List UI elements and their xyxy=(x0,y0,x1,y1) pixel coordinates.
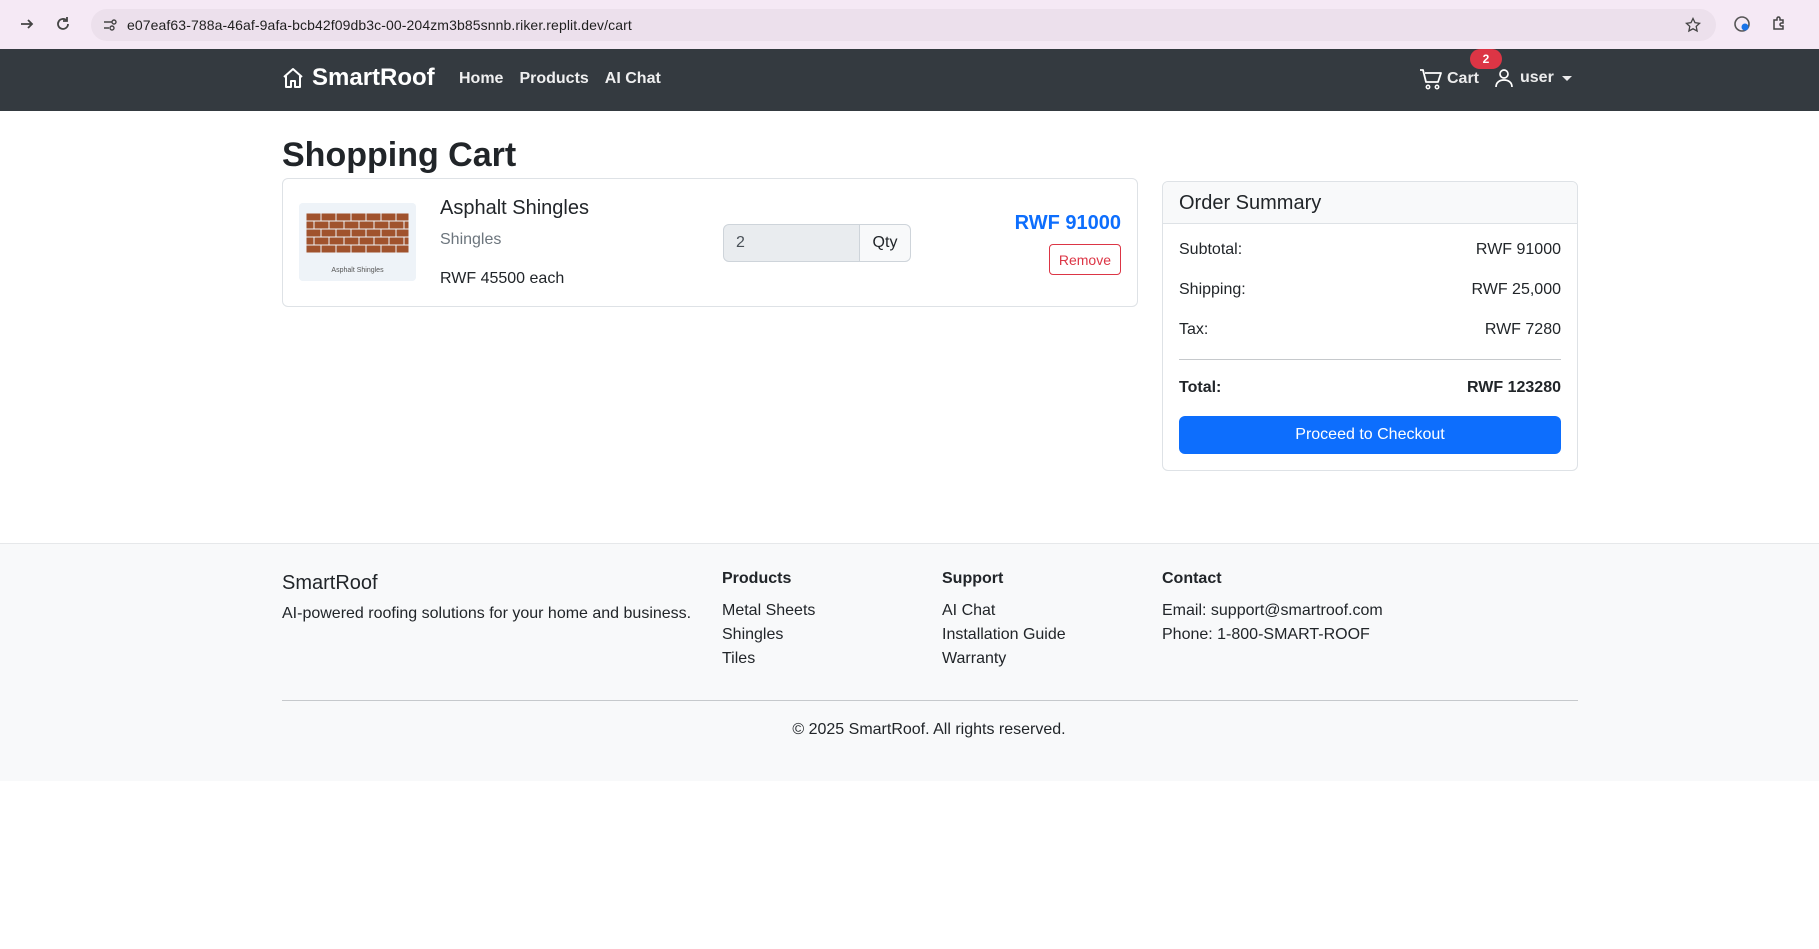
navbar: SmartRoof Home Products AI Chat Cart use… xyxy=(0,49,1819,111)
item-name: Asphalt Shingles xyxy=(440,197,589,219)
footer-contact-heading: Contact xyxy=(1162,570,1222,587)
subtotal-value: RWF 91000 xyxy=(1475,241,1561,258)
footer-tagline: AI-powered roofing solutions for your ho… xyxy=(282,605,692,622)
footer-link-ai-chat[interactable]: AI Chat xyxy=(942,599,1066,623)
product-image: Asphalt Shingles xyxy=(299,203,416,281)
cart-icon xyxy=(1420,69,1442,90)
summary-title: Order Summary xyxy=(1163,182,1577,224)
user-dropdown[interactable]: user xyxy=(1494,68,1572,88)
footer-link-installation-guide[interactable]: Installation Guide xyxy=(942,623,1066,647)
subtotal-label: Subtotal: xyxy=(1179,241,1243,258)
extensions-puzzle-icon[interactable] xyxy=(1768,13,1790,35)
cart-link[interactable]: Cart xyxy=(1419,68,1479,90)
footer-contact-phone: Phone: 1-800-SMART-ROOF xyxy=(1162,626,1370,643)
footer-contact-column: Contact Email: support@smartroof.com Pho… xyxy=(1162,570,1383,647)
total-row: Total: RWF 123280 xyxy=(1179,379,1561,397)
footer-brand: SmartRoof xyxy=(282,572,378,594)
tax-label: Tax: xyxy=(1179,321,1209,338)
footer-divider xyxy=(282,700,1578,701)
item-category: Shingles xyxy=(440,231,502,248)
user-label: user xyxy=(1520,69,1554,86)
footer-link-shingles[interactable]: Shingles xyxy=(722,623,815,647)
person-icon xyxy=(1495,69,1513,88)
browser-toolbar: e07eaf63-788a-46af-9afa-bcb42f09db3c-00-… xyxy=(0,0,1819,49)
line-total: RWF 91000 xyxy=(1014,212,1121,234)
order-summary-card: Order Summary Subtotal: RWF 91000 Shippi… xyxy=(1162,181,1578,471)
product-image-caption: Asphalt Shingles xyxy=(331,267,384,274)
summary-divider xyxy=(1179,359,1561,360)
total-value: RWF 123280 xyxy=(1467,379,1561,396)
shipping-label: Shipping: xyxy=(1179,281,1246,298)
quantity-label: Qty xyxy=(860,224,911,262)
shipping-row: Shipping: RWF 25,000 xyxy=(1179,281,1561,299)
footer-link-metal-sheets[interactable]: Metal Sheets xyxy=(722,599,815,623)
shipping-value: RWF 25,000 xyxy=(1471,281,1561,298)
footer-support-heading: Support xyxy=(942,570,1004,587)
brand-link[interactable]: SmartRoof xyxy=(282,64,435,92)
bookmark-star-icon[interactable] xyxy=(1682,14,1704,36)
brand-name: SmartRoof xyxy=(312,64,435,91)
total-label: Total: xyxy=(1179,379,1222,396)
cart-item-card: Asphalt Shingles Asphalt Shingles Shingl… xyxy=(282,178,1138,307)
caret-down-icon xyxy=(1561,75,1572,81)
site-info-icon[interactable] xyxy=(99,14,121,36)
footer-copyright: © 2025 SmartRoof. All rights reserved. xyxy=(792,721,1066,738)
reload-icon[interactable] xyxy=(52,13,74,35)
nav-products[interactable]: Products xyxy=(519,70,588,88)
footer: SmartRoof AI-powered roofing solutions f… xyxy=(0,543,1819,781)
address-bar[interactable]: e07eaf63-788a-46af-9afa-bcb42f09db3c-00-… xyxy=(91,9,1716,41)
quantity-group: Qty xyxy=(723,224,911,262)
tax-row: Tax: RWF 7280 xyxy=(1179,321,1561,339)
url-text: e07eaf63-788a-46af-9afa-bcb42f09db3c-00-… xyxy=(127,17,632,33)
remove-button[interactable]: Remove xyxy=(1048,244,1121,275)
nav-home[interactable]: Home xyxy=(459,70,503,88)
footer-support-column: Support AI Chat Installation Guide Warra… xyxy=(942,570,1066,671)
nav-ai-chat[interactable]: AI Chat xyxy=(605,70,661,88)
checkout-button[interactable]: Proceed to Checkout xyxy=(1179,416,1561,454)
tax-value: RWF 7280 xyxy=(1484,321,1561,338)
subtotal-row: Subtotal: RWF 91000 xyxy=(1179,241,1561,259)
quantity-input[interactable] xyxy=(723,224,860,262)
footer-products-column: Products Metal Sheets Shingles Tiles xyxy=(722,570,815,671)
nav-links: Home Products AI Chat xyxy=(459,70,661,88)
house-icon xyxy=(283,68,303,88)
profile-extension-icon[interactable] xyxy=(1731,13,1753,35)
item-unit-price: RWF 45500 each xyxy=(440,270,565,287)
forward-icon[interactable] xyxy=(16,13,38,35)
cart-count-badge: 2 xyxy=(1470,49,1502,69)
page-title: Shopping Cart xyxy=(282,136,517,174)
cart-label: Cart xyxy=(1447,70,1480,87)
footer-contact-email: Email: support@smartroof.com xyxy=(1162,602,1383,619)
footer-link-tiles[interactable]: Tiles xyxy=(722,647,815,671)
footer-products-heading: Products xyxy=(722,570,792,587)
footer-link-warranty[interactable]: Warranty xyxy=(942,647,1066,671)
